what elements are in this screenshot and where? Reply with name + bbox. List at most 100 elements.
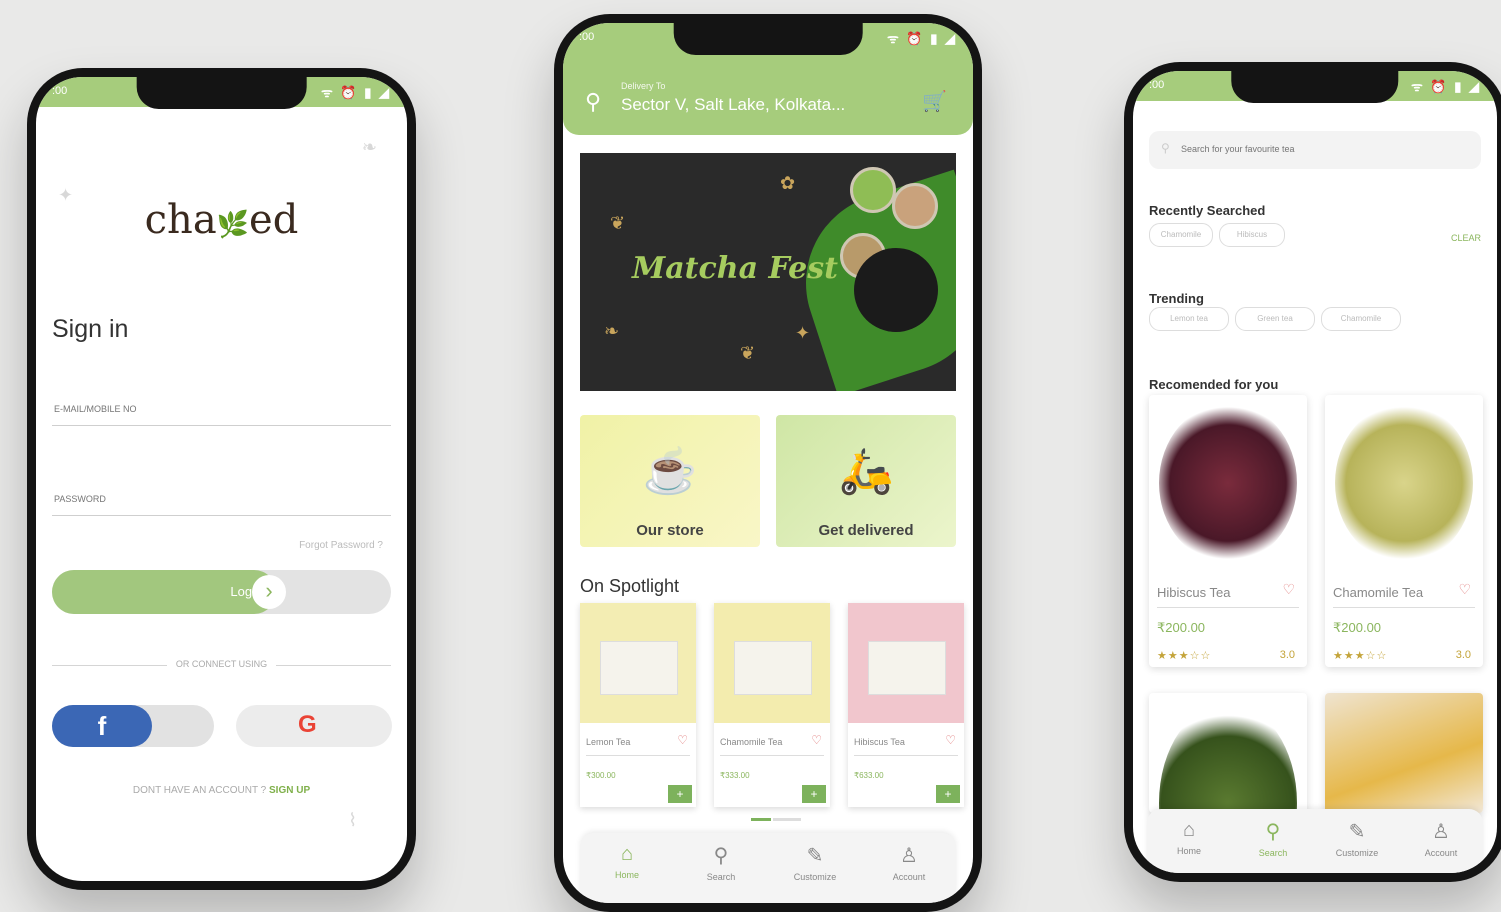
nav-account[interactable]: ♙ Account: [1399, 819, 1483, 858]
product-card[interactable]: Chamomile Tea ♡ ₹200.00 ★★★☆☆ 3.0: [1325, 395, 1483, 667]
cart-icon[interactable]: 🛒: [922, 89, 947, 114]
trending-chip[interactable]: Chamomile: [1321, 307, 1401, 331]
product-price: ₹633.00: [854, 771, 884, 780]
tile-label: Our store: [636, 522, 704, 539]
clear-button[interactable]: CLEAR: [1451, 233, 1481, 243]
spotlight-card[interactable]: Chamomile Tea ♡ ₹333.00 +: [714, 603, 830, 807]
home-icon: ⌂: [620, 843, 634, 865]
email-field[interactable]: [52, 404, 395, 414]
heart-icon[interactable]: ♡: [945, 733, 956, 747]
product-price: ₹300.00: [586, 771, 616, 780]
trending-title: Trending: [1149, 291, 1204, 306]
nav-account[interactable]: ♙ Account: [862, 843, 956, 882]
leaf-logo-icon: 🌿: [216, 210, 250, 240]
password-field[interactable]: [52, 494, 395, 504]
pencil-icon: ✎: [1348, 821, 1366, 843]
hibiscus-image: [1159, 403, 1297, 563]
home-screen: :00 ᯤ ⏰ ▮ ◢ ⚲ Delivery To Sector V, Salt…: [563, 23, 973, 903]
add-to-cart-button[interactable]: +: [668, 785, 692, 803]
teacup-icon: ☕: [642, 447, 698, 496]
chevron-right-icon: ›: [252, 575, 286, 609]
notch: [673, 23, 863, 55]
tile-label: Get delivered: [818, 522, 914, 539]
status-icons: ᯤ ⏰ ▮ ◢: [1410, 79, 1481, 94]
nav-label: Customize: [1335, 848, 1379, 858]
product-name: Hibiscus Tea: [854, 737, 905, 747]
rating-value: 3.0: [1279, 649, 1295, 661]
signin-title: Sign in: [52, 315, 129, 343]
status-time: :00: [1149, 79, 1165, 91]
nav-label: Search: [1258, 848, 1288, 858]
tea-cup-image: [1325, 693, 1483, 813]
divider: [720, 755, 824, 756]
spotlight-card[interactable]: Lemon Tea ♡ ₹300.00 +: [580, 603, 696, 807]
product-name: Chamomile Tea: [1333, 585, 1424, 600]
facebook-login-button[interactable]: f: [52, 705, 214, 747]
star-rating-icon: ★★★☆☆: [1333, 650, 1388, 662]
delivery-scooter-icon: 🛵: [838, 447, 894, 496]
forgot-password-link[interactable]: Forgot Password ?: [299, 540, 383, 551]
green-tea-image: [1159, 703, 1297, 813]
add-to-cart-button[interactable]: +: [936, 785, 960, 803]
product-name: Lemon Tea: [586, 737, 631, 747]
product-card[interactable]: Hibiscus Tea ♡ ₹200.00 ★★★☆☆ 3.0: [1149, 395, 1307, 667]
phone-home: :00 ᯤ ⏰ ▮ ◢ ⚲ Delivery To Sector V, Salt…: [554, 14, 982, 912]
search-bar: ⚲: [1149, 131, 1481, 169]
or-connect-label: OR CONNECT USING: [175, 659, 268, 669]
pencil-icon: ✎: [806, 845, 824, 867]
nav-home[interactable]: ⌂ Home: [580, 843, 674, 880]
nav-label: Account: [892, 872, 926, 882]
recent-chip[interactable]: Hibiscus: [1219, 223, 1285, 247]
signup-link[interactable]: SIGN UP: [269, 785, 310, 796]
product-image: [848, 603, 964, 723]
status-icons: ᯤ ⏰ ▮ ◢: [320, 85, 391, 100]
bottom-nav: ⌂ Home ⚲ Search ✎ Customize ♙ Account: [580, 833, 956, 903]
teapot-graphic: [854, 248, 938, 332]
nav-search[interactable]: ⚲ Search: [674, 843, 768, 882]
nav-customize[interactable]: ✎ Customize: [768, 843, 862, 882]
notch: [1231, 71, 1399, 103]
nav-label: Customize: [793, 872, 837, 882]
recommended-title: Recomended for you: [1149, 377, 1279, 392]
recent-chip[interactable]: Chamomile: [1149, 223, 1213, 247]
carousel-indicator: [751, 818, 801, 821]
product-card[interactable]: [1325, 693, 1483, 813]
nav-label: Home: [1176, 846, 1201, 856]
trending-chip[interactable]: Green tea: [1235, 307, 1315, 331]
signin-screen: :00 ᯤ ⏰ ▮ ◢ ✦ ❧ cha🌿ed Sign in Forgot Pa…: [36, 77, 407, 881]
get-delivered-tile[interactable]: 🛵 Get delivered: [776, 415, 956, 547]
delivery-address[interactable]: Sector V, Salt Lake, Kolkata...: [621, 95, 845, 115]
heart-icon[interactable]: ♡: [1458, 581, 1471, 598]
add-to-cart-button[interactable]: +: [802, 785, 826, 803]
heart-icon[interactable]: ♡: [1282, 581, 1295, 598]
notch: [136, 77, 307, 109]
heart-icon[interactable]: ♡: [677, 733, 688, 747]
nav-label: Home: [614, 870, 639, 880]
leaf-decoration-icon: ✿: [780, 173, 796, 193]
app-logo: cha🌿ed: [144, 197, 299, 243]
nav-search[interactable]: ⚲ Search: [1231, 819, 1315, 858]
facebook-icon: f: [52, 705, 152, 747]
search-input[interactable]: [1179, 143, 1383, 155]
nav-customize[interactable]: ✎ Customize: [1315, 819, 1399, 858]
status-time: :00: [52, 85, 68, 97]
user-icon: ♙: [1432, 821, 1450, 843]
delivery-to-label: Delivery To: [621, 81, 666, 91]
login-button[interactable]: Login ›: [52, 570, 391, 614]
product-box-graphic: [600, 641, 678, 695]
product-card[interactable]: [1149, 693, 1307, 813]
trending-chip[interactable]: Lemon tea: [1149, 307, 1229, 331]
leaf-decoration-icon: ❧: [604, 321, 620, 341]
phone-search: :00 ᯤ ⏰ ▮ ◢ ⚲ Recently Searched CLEAR Ch…: [1124, 62, 1501, 882]
carousel-dot-active: [751, 818, 771, 821]
our-store-tile[interactable]: ☕ Our store: [580, 415, 760, 547]
google-login-button[interactable]: G: [236, 705, 392, 747]
heart-icon[interactable]: ♡: [811, 733, 822, 747]
nav-home[interactable]: ⌂ Home: [1147, 819, 1231, 856]
search-icon: ⚲: [1161, 141, 1170, 155]
spotlight-card[interactable]: Hibiscus Tea ♡ ₹633.00 +: [848, 603, 964, 807]
promo-banner[interactable]: ❦ ✿ ❧ ❦ ✦ Matcha Fest: [580, 153, 956, 391]
product-box-graphic: [868, 641, 946, 695]
product-price: ₹200.00: [1333, 620, 1382, 635]
product-image: [714, 603, 830, 723]
